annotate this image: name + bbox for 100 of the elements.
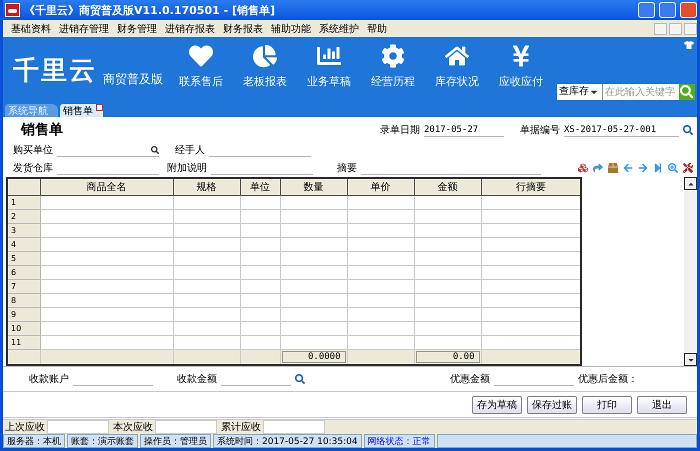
grid-cell[interactable]: [240, 238, 280, 252]
close-icon[interactable]: [96, 104, 103, 111]
search-icon[interactable]: [683, 125, 693, 135]
grid-cell[interactable]: [280, 210, 347, 224]
tab[interactable]: 销售单: [60, 104, 103, 117]
grid-cell[interactable]: [40, 196, 173, 210]
grid-cell[interactable]: [40, 224, 173, 238]
search-button[interactable]: [679, 84, 695, 100]
grid-cell[interactable]: [173, 210, 240, 224]
grid-cell[interactable]: [347, 280, 414, 294]
grid-cell[interactable]: [414, 252, 481, 266]
arrow-right-icon[interactable]: [638, 163, 648, 173]
nav-button[interactable]: 经营历程: [361, 44, 425, 88]
grid-cell[interactable]: [280, 196, 347, 210]
tools-icon[interactable]: [683, 163, 693, 173]
grid-cell[interactable]: [40, 322, 173, 336]
grid-cell[interactable]: [173, 308, 240, 322]
grid-cell[interactable]: [173, 294, 240, 308]
step-forward-icon[interactable]: [653, 163, 663, 173]
grid-cell[interactable]: [240, 308, 280, 322]
grid-cell[interactable]: [347, 210, 414, 224]
grid-cell[interactable]: [40, 252, 173, 266]
box-icon[interactable]: [608, 163, 618, 173]
grid-cell[interactable]: [414, 224, 481, 238]
grid-cell[interactable]: [240, 294, 280, 308]
menu-item[interactable]: 基础资料: [7, 22, 55, 36]
grid-cell[interactable]: [173, 252, 240, 266]
buyer-field[interactable]: [57, 144, 159, 156]
grid-cell[interactable]: [280, 308, 347, 322]
menu-item[interactable]: 系统维护: [315, 22, 363, 36]
grid-cell[interactable]: [40, 266, 173, 280]
grid-cell[interactable]: [414, 210, 481, 224]
grid-cell[interactable]: [240, 196, 280, 210]
grid-cell[interactable]: [240, 322, 280, 336]
nav-button[interactable]: 联系售后: [169, 44, 233, 88]
grid-cell[interactable]: [414, 196, 481, 210]
grid-cell[interactable]: [280, 238, 347, 252]
grid-cell[interactable]: [173, 280, 240, 294]
menu-item[interactable]: 进销存管理: [55, 22, 113, 36]
number-field[interactable]: XS-2017-05-27-001: [564, 124, 679, 136]
grid-cell[interactable]: [240, 224, 280, 238]
grid-cell[interactable]: [280, 294, 347, 308]
menu-item[interactable]: 财务报表: [219, 22, 267, 36]
grid-cell[interactable]: [414, 322, 481, 336]
grid-cell[interactable]: [414, 308, 481, 322]
grid-cell[interactable]: [40, 210, 173, 224]
grid-cell[interactable]: [347, 294, 414, 308]
menu-item[interactable]: 财务管理: [113, 22, 161, 36]
nav-button[interactable]: 库存状况: [425, 44, 489, 88]
grid-cell[interactable]: [280, 224, 347, 238]
menu-item[interactable]: 帮助: [363, 22, 391, 36]
grid-cell[interactable]: [40, 280, 173, 294]
grid-cell[interactable]: [173, 224, 240, 238]
menu-item[interactable]: 辅助功能: [267, 22, 315, 36]
action-button[interactable]: 打印: [582, 396, 632, 414]
grid-cell[interactable]: [280, 322, 347, 336]
grid-cell[interactable]: [347, 252, 414, 266]
nav-button[interactable]: 应收应付: [489, 44, 553, 88]
grid-cell[interactable]: [347, 224, 414, 238]
scope-dropdown[interactable]: 查库存: [557, 84, 603, 100]
forward-icon[interactable]: [593, 163, 603, 173]
grid-cell[interactable]: [280, 252, 347, 266]
menu-item[interactable]: 进销存报表: [161, 22, 219, 36]
grid-cell[interactable]: [40, 238, 173, 252]
grid-cell[interactable]: [347, 238, 414, 252]
scrollbar[interactable]: [684, 177, 697, 366]
grid-cell[interactable]: [347, 308, 414, 322]
maximize-button[interactable]: [659, 2, 676, 18]
minimize-button[interactable]: [654, 22, 667, 34]
grid-cell[interactable]: [173, 196, 240, 210]
grid-cell[interactable]: [280, 266, 347, 280]
grid-cell[interactable]: [240, 252, 280, 266]
close-button[interactable]: [684, 22, 697, 34]
blocks-icon[interactable]: [578, 163, 588, 173]
action-button[interactable]: 退出: [637, 396, 687, 414]
grid-cell[interactable]: [414, 280, 481, 294]
date-field[interactable]: 2017-05-27: [424, 124, 504, 136]
grid-cell[interactable]: [414, 238, 481, 252]
grid-cell[interactable]: [347, 196, 414, 210]
grid-cell[interactable]: [173, 238, 240, 252]
arrow-left-icon[interactable]: [623, 163, 633, 173]
restore-button[interactable]: [669, 22, 682, 34]
grid-cell[interactable]: [240, 210, 280, 224]
grid-cell[interactable]: [173, 266, 240, 280]
grid-cell[interactable]: [40, 294, 173, 308]
grid-cell[interactable]: [347, 322, 414, 336]
grid-cell[interactable]: [414, 294, 481, 308]
search-field[interactable]: 在此输入关键字: [603, 84, 679, 100]
grid-cell[interactable]: [414, 266, 481, 280]
nav-button[interactable]: 老板报表: [233, 44, 297, 88]
grid-cell[interactable]: [40, 308, 173, 322]
grid-cell[interactable]: [347, 266, 414, 280]
nav-button[interactable]: 业务草稿: [297, 44, 361, 88]
action-button[interactable]: 保存过账: [527, 396, 577, 414]
search-icon[interactable]: [295, 374, 305, 384]
grid-cell[interactable]: [240, 280, 280, 294]
search-icon[interactable]: [151, 146, 159, 154]
zoom-icon[interactable]: [668, 163, 678, 173]
grid-cell[interactable]: [280, 280, 347, 294]
grid-cell[interactable]: [173, 322, 240, 336]
